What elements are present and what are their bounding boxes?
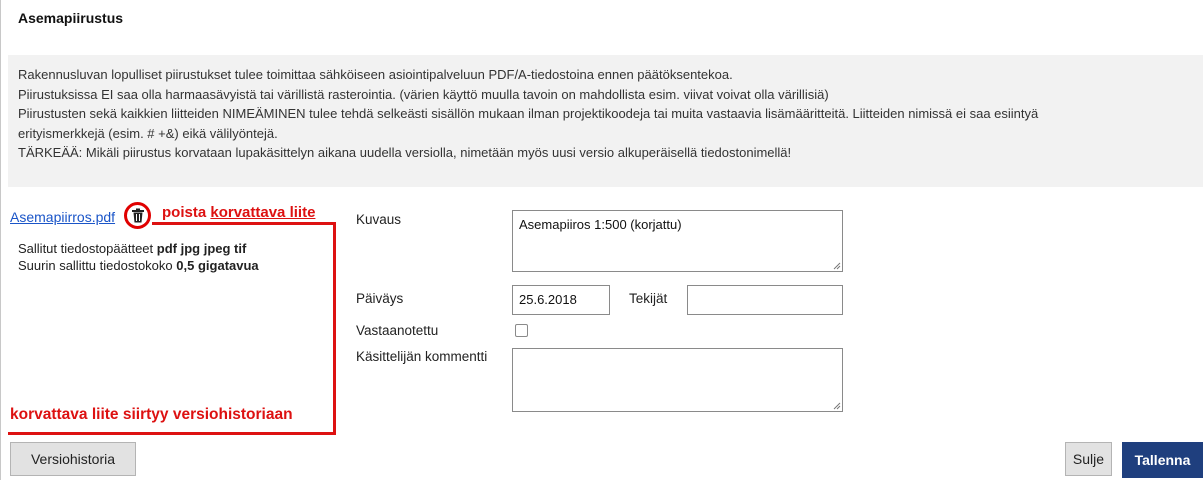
max-size: Suurin sallittu tiedostokoko 0,5 gigatav… [18, 257, 259, 274]
received-label: Vastaanotettu [356, 323, 439, 338]
delete-annotation: poista korvattava liite [162, 204, 315, 221]
instruction-line: Piirustuksissa EI saa olla harmaasävyist… [18, 86, 829, 102]
date-field[interactable]: 25.6.2018 [512, 285, 610, 315]
instruction-line: erityismerkkejä (esim. # +&) eikä välily… [18, 125, 278, 141]
version-history-button[interactable]: Versiohistoria [10, 442, 136, 476]
instructions-box: Rakennusluvan lopulliset piirustukset tu… [8, 55, 1203, 187]
annotation-line [8, 432, 336, 435]
description-label: Kuvaus [356, 212, 402, 227]
received-checkbox[interactable] [515, 324, 528, 337]
comment-label: Käsittelijän kommentti [356, 349, 488, 364]
close-button[interactable]: Sulje [1065, 442, 1112, 476]
save-button[interactable]: Tallenna [1122, 442, 1203, 478]
comment-field[interactable] [512, 348, 843, 412]
allowed-types-label: Sallitut tiedostopäätteet [18, 241, 154, 256]
allowed-info: Sallitut tiedostopäätteet pdf jpg jpeg t… [18, 240, 259, 274]
date-label: Päiväys [356, 291, 404, 306]
description-value: Asemapiiros 1:500 (korjattu) [519, 217, 682, 232]
resize-grip-icon[interactable] [833, 262, 841, 270]
move-annotation: korvattava liite siirtyy versiohistoriaa… [10, 406, 293, 423]
resize-grip-icon[interactable] [833, 402, 841, 410]
annotation-line [333, 222, 336, 435]
page-title: Asemapiirustus [18, 10, 124, 26]
annotation-line [152, 222, 336, 225]
max-size-value: 0,5 gigatavua [176, 258, 259, 273]
description-field[interactable]: Asemapiiros 1:500 (korjattu) [512, 210, 843, 272]
allowed-types-value: pdf jpg jpeg tif [156, 241, 247, 256]
delete-attachment-button[interactable] [124, 202, 151, 229]
max-size-label: Suurin sallittu tiedostokoko [18, 258, 173, 273]
instruction-line: Piirustusten sekä kaikkien liitteiden NI… [18, 106, 1039, 121]
authors-label: Tekijät [629, 291, 668, 306]
delete-annotation-rest: korvattava liite [210, 204, 316, 221]
instruction-line: Rakennusluvan lopulliset piirustukset tu… [18, 67, 733, 82]
date-value: 25.6.2018 [519, 292, 577, 307]
delete-annotation-word: poista [162, 204, 207, 221]
attachment-file-link[interactable]: Asemapiirros.pdf [10, 209, 115, 225]
left-border [0, 0, 1, 480]
instruction-line: TÄRKEÄÄ: Mikäli piirustus korvataan lupa… [18, 145, 792, 160]
allowed-types: Sallitut tiedostopäätteet pdf jpg jpeg t… [18, 240, 259, 257]
trash-icon [131, 208, 144, 223]
authors-field[interactable] [687, 285, 843, 315]
